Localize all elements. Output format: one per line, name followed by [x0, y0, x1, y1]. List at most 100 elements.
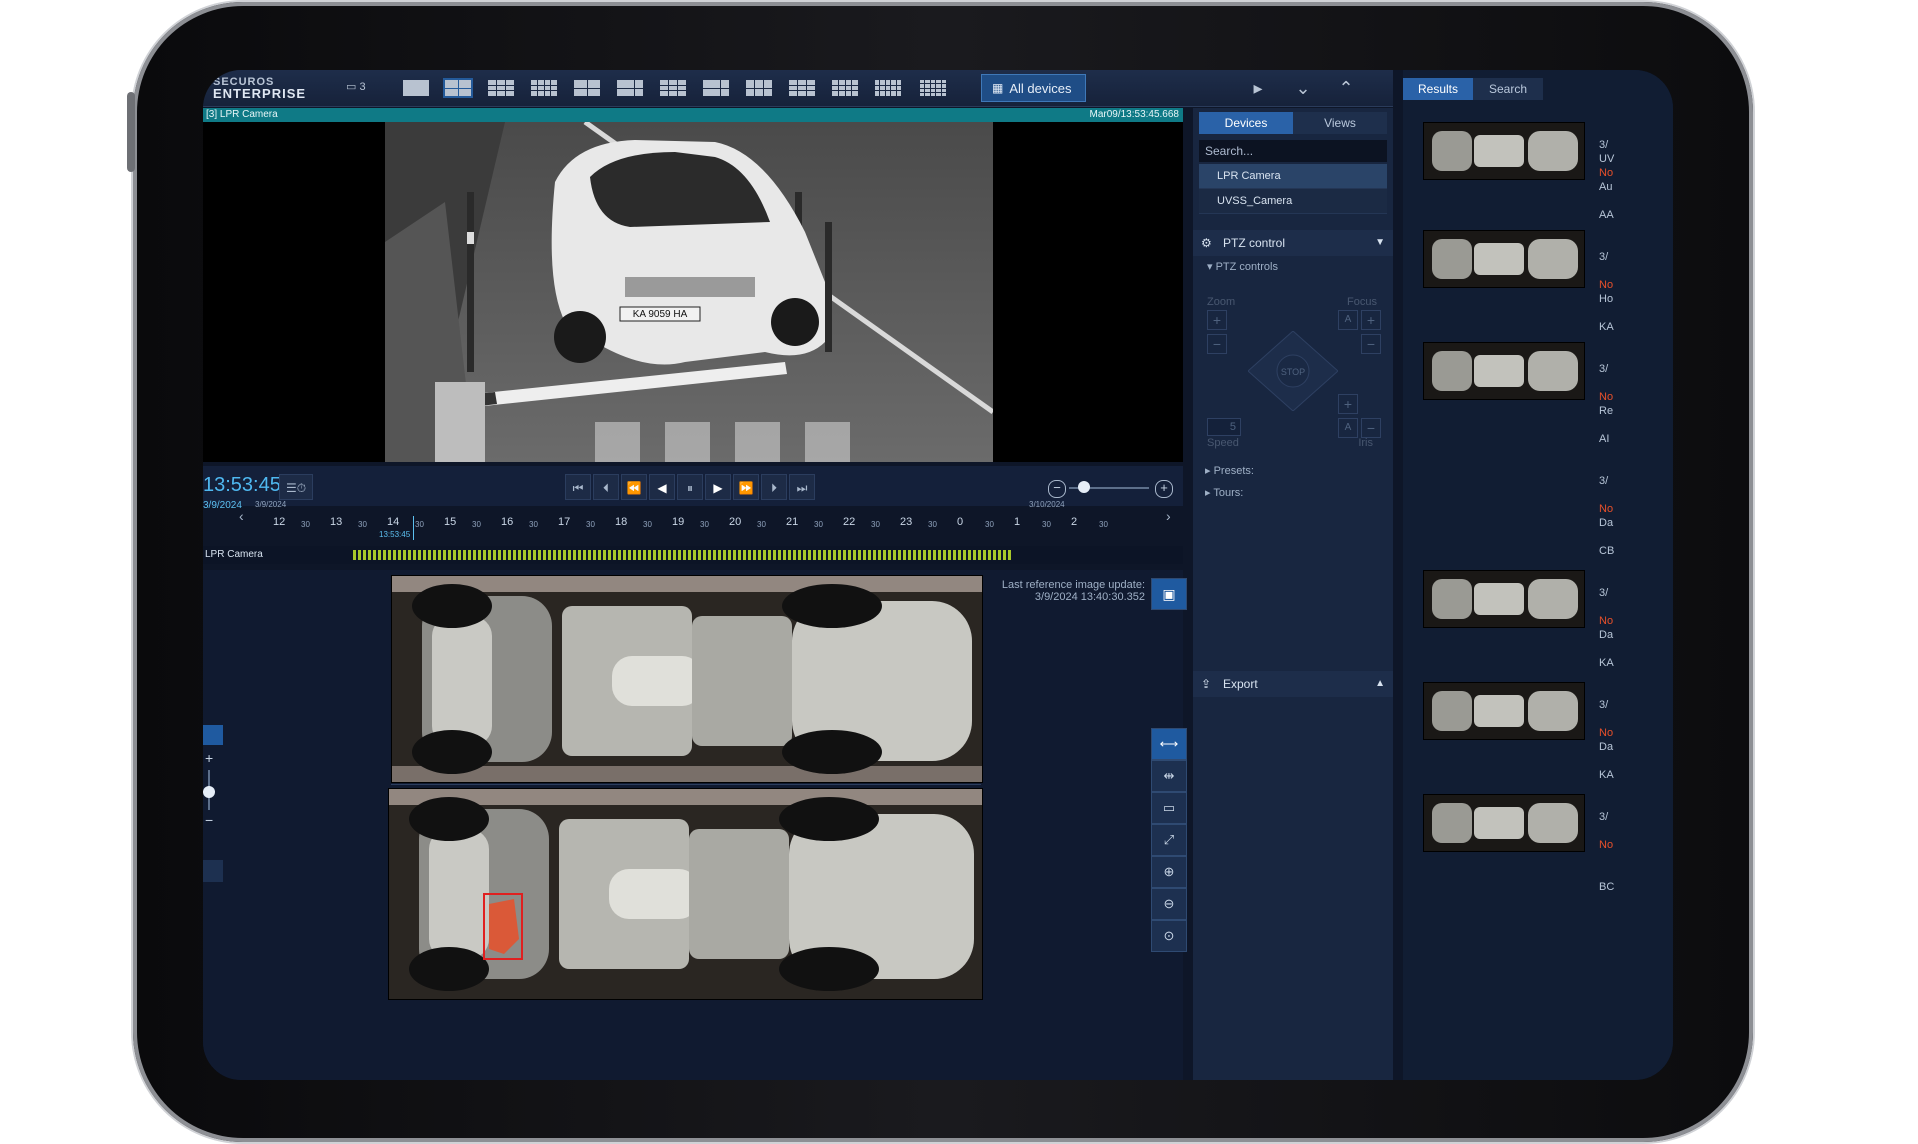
timeline-hour-label: 13 — [330, 516, 343, 528]
layout-2p12-button[interactable] — [744, 78, 774, 98]
layout-1x1-button[interactable] — [401, 78, 431, 98]
chevron-up-icon[interactable]: ⌃ — [1331, 76, 1361, 100]
timeline-prev-icon[interactable]: ‹ — [239, 508, 244, 524]
layout-2x2-button[interactable] — [443, 78, 473, 98]
uvss-edit-icon[interactable] — [203, 860, 223, 882]
ptz-iris-auto-button[interactable]: A — [1338, 418, 1358, 438]
chevron-down-icon[interactable]: ⌄ — [1288, 76, 1318, 100]
camera-header: [3] LPR Camera Mar09/13:53:45.668 — [203, 108, 1183, 122]
layout-more-dropdown[interactable] — [918, 78, 948, 98]
zoom-reset-button[interactable]: ⊙ — [1151, 920, 1187, 952]
tab-results[interactable]: Results — [1403, 78, 1473, 100]
fast-forward-button[interactable]: ⏩ — [733, 474, 759, 500]
tab-devices[interactable]: Devices — [1199, 112, 1293, 134]
uvss-zoom-out-icon[interactable]: − — [205, 812, 213, 828]
result-thumbnail[interactable] — [1423, 230, 1585, 288]
play-backward-button[interactable]: ◀ — [649, 474, 675, 500]
export-header[interactable]: ⇪ Export ▲ — [1193, 671, 1393, 697]
layout-5x4-button[interactable] — [873, 78, 903, 98]
layout-2p8-button[interactable] — [701, 78, 731, 98]
uvss-zoom-in-icon[interactable]: + — [205, 750, 213, 766]
play-button[interactable]: ▶ — [705, 474, 731, 500]
result-thumbnail[interactable] — [1423, 342, 1585, 400]
result-meta[interactable]: 3/No Re AI — [1599, 362, 1613, 446]
presets-section[interactable]: ▸ Presets: — [1205, 464, 1254, 477]
zoom-in-timeline-button[interactable]: + — [1155, 480, 1173, 498]
result-line — [1599, 306, 1614, 320]
rewind-button[interactable]: ⏪ — [621, 474, 647, 500]
result-meta[interactable]: 3/No BC — [1599, 810, 1614, 894]
device-item-uvss[interactable]: UVSS_Camera — [1199, 189, 1387, 214]
result-line: Da — [1599, 741, 1614, 753]
ptz-speed-stepper[interactable]: 5 — [1207, 418, 1241, 436]
ptz-control-header[interactable]: ⚙ PTZ control ▼ — [1193, 230, 1393, 256]
play-icon: ▶ — [713, 481, 723, 495]
all-devices-button[interactable]: ▦ All devices — [981, 74, 1086, 102]
zoom-out-timeline-button[interactable]: − — [1048, 480, 1066, 498]
tab-views[interactable]: Views — [1293, 112, 1387, 134]
pause-button[interactable]: ⏸ — [677, 474, 703, 500]
layout-4x4-button[interactable] — [529, 78, 559, 98]
layout-1p5-button[interactable] — [615, 78, 645, 98]
result-thumbnail[interactable] — [1423, 570, 1585, 628]
fit-width-button[interactable]: ⟷ — [1151, 728, 1187, 760]
ptz-focus-minus-button[interactable]: − — [1361, 334, 1381, 354]
zoom-in-button[interactable]: ⊕ — [1151, 856, 1187, 888]
ptz-iris-plus-button[interactable]: + — [1338, 394, 1358, 414]
focus-label: Focus — [1347, 296, 1377, 308]
timeline-cursor[interactable] — [413, 516, 414, 540]
reference-image-button[interactable]: ▣ — [1151, 578, 1187, 610]
fit-height-button[interactable]: ⇹ — [1151, 760, 1187, 792]
result-thumbnail[interactable] — [1423, 794, 1585, 852]
result-meta[interactable]: 3/No Da CB — [1599, 474, 1614, 558]
ptz-zoom-out-button[interactable]: − — [1207, 334, 1227, 354]
image-button[interactable]: ▭ — [1151, 792, 1187, 824]
tours-section[interactable]: ▸ Tours: — [1205, 486, 1243, 499]
layout-3x3-button[interactable] — [486, 78, 516, 98]
result-line — [1599, 600, 1614, 614]
timeline-next-icon[interactable]: › — [1166, 508, 1171, 524]
tab-search[interactable]: Search — [1473, 78, 1543, 100]
monitor-selector[interactable]: ▭ 3 — [346, 80, 366, 93]
chevron-up-icon[interactable]: ▲ — [1375, 671, 1385, 697]
layout-4x3-button[interactable] — [830, 78, 860, 98]
archive-search-button[interactable]: ☰⏱ — [279, 474, 313, 500]
result-thumbnail[interactable] — [1423, 682, 1585, 740]
chevron-down-icon[interactable]: ▼ — [1375, 230, 1385, 256]
result-meta[interactable]: 3/No Da KA — [1599, 586, 1614, 670]
layout-1p7-button[interactable] — [658, 78, 688, 98]
ptz-direction-pad[interactable]: STOP — [1248, 331, 1338, 411]
ptz-iris-minus-button[interactable]: − — [1361, 418, 1381, 438]
archive-track[interactable] — [353, 550, 1013, 560]
uvss-zoom-handle[interactable] — [203, 786, 215, 798]
timeline-cursor-time: 13:53:45 — [379, 530, 411, 539]
result-thumbnail[interactable] — [1423, 122, 1585, 180]
timeline-hour-label: 17 — [558, 516, 571, 528]
rewind-icon: ⏪ — [626, 481, 642, 495]
result-meta[interactable]: 3/No Da KA — [1599, 698, 1614, 782]
uvss-view-toggle-icon[interactable] — [203, 725, 223, 745]
device-search-input[interactable]: Search... — [1199, 140, 1387, 162]
layout-1p3-button[interactable] — [572, 78, 602, 98]
device-item-lpr[interactable]: LPR Camera — [1199, 164, 1387, 189]
timeline-zoom-handle[interactable] — [1078, 481, 1090, 493]
result-meta[interactable]: 3/No Ho KA — [1599, 250, 1614, 334]
result-meta[interactable]: 3/UV No Au AA — [1599, 138, 1614, 222]
result-line — [1599, 642, 1614, 656]
result-line: Ho — [1599, 293, 1614, 305]
next-arrow-icon[interactable]: ▸ — [1243, 76, 1273, 100]
go-end-button[interactable]: ⏭ — [789, 474, 815, 500]
zoom-out-button[interactable]: ⊖ — [1151, 888, 1187, 920]
ptz-controls-section[interactable]: ▾ PTZ controls — [1193, 256, 1393, 273]
go-start-button[interactable]: ⏮ — [565, 474, 591, 500]
layout-3x4-button[interactable] — [787, 78, 817, 98]
ptz-zoom-in-button[interactable]: + — [1207, 310, 1227, 330]
ptz-focus-plus-button[interactable]: + — [1361, 310, 1381, 330]
timeline-half-label: 30 — [358, 520, 367, 529]
next-frame-button[interactable]: ⏵ — [761, 474, 787, 500]
prev-frame-button[interactable]: ⏴ — [593, 474, 619, 500]
ptz-autofocus-button[interactable]: A — [1338, 310, 1358, 330]
fullscreen-button[interactable]: ⤢ — [1151, 824, 1187, 856]
camera-video[interactable]: KA 9059 HA — [203, 122, 1183, 462]
fast-forward-icon: ⏩ — [738, 481, 754, 495]
